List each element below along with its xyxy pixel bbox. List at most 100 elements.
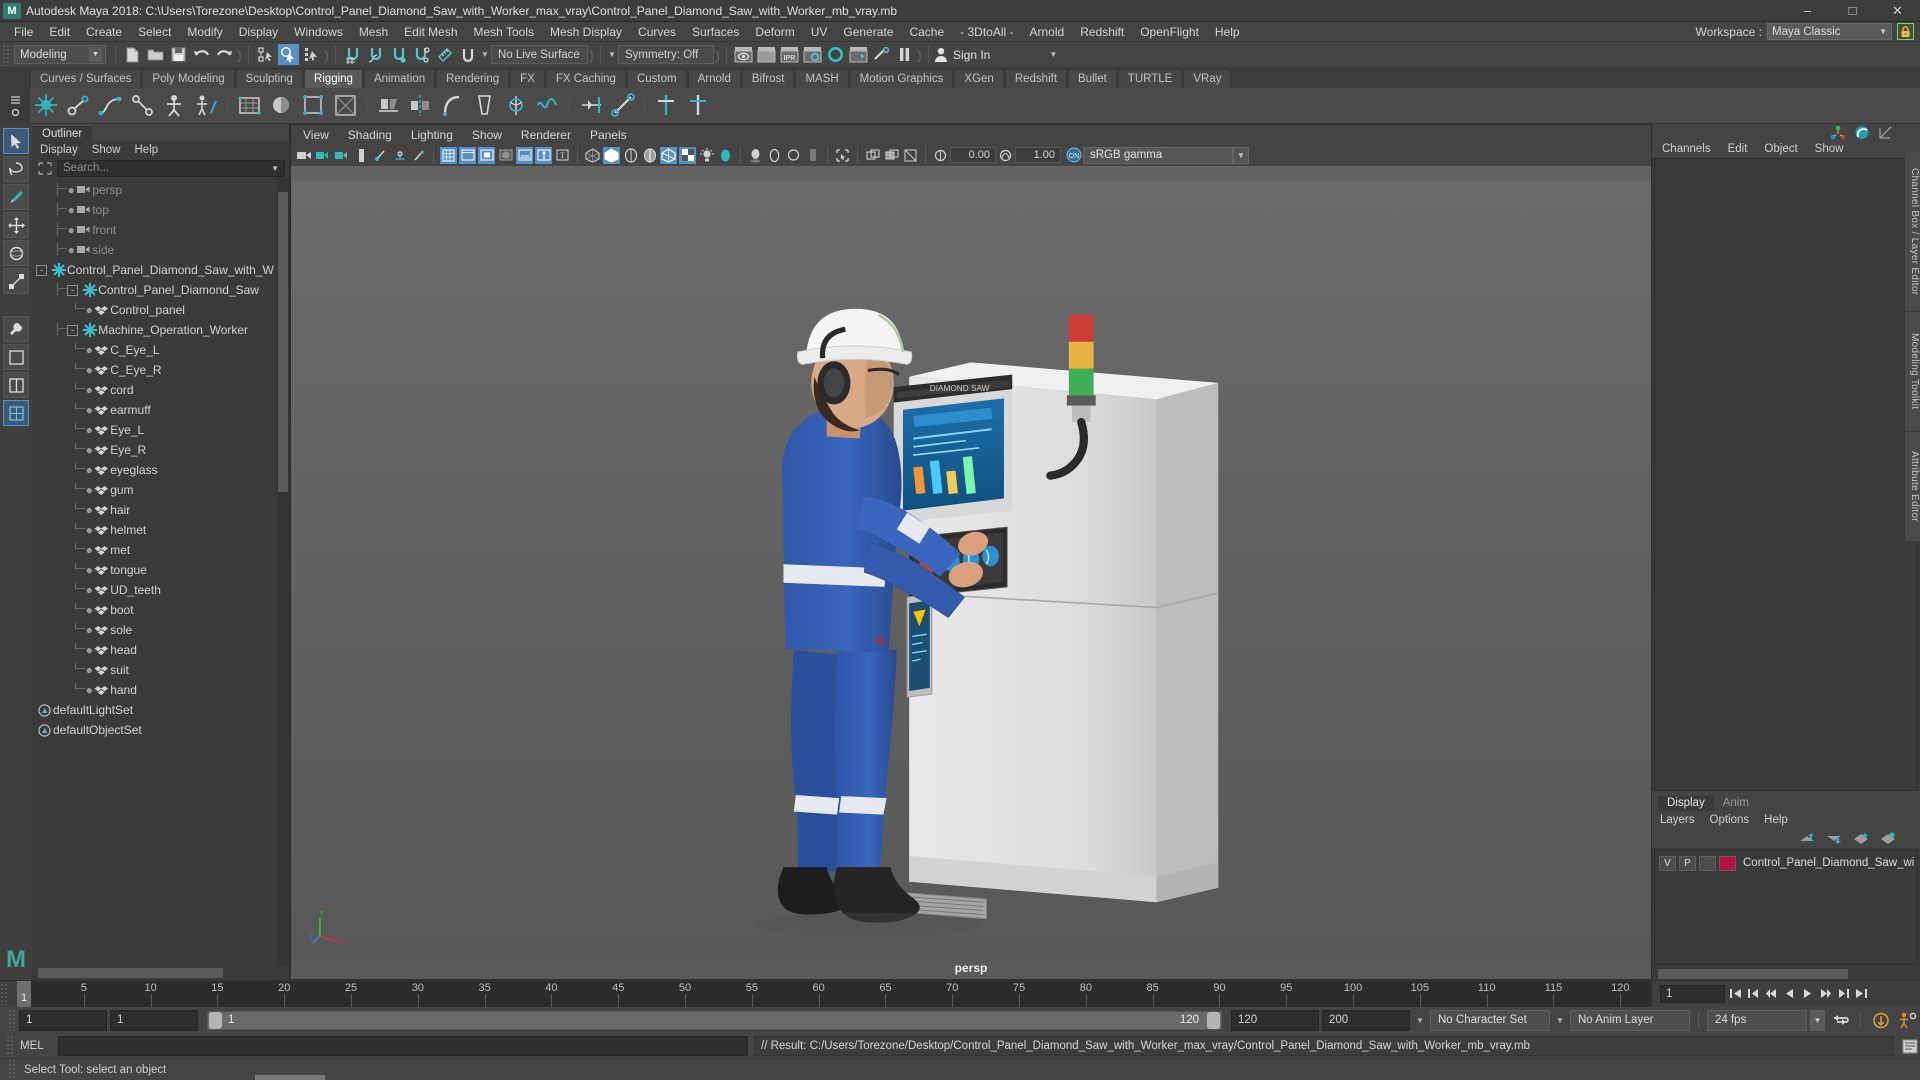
four-pane-layout-button[interactable] [3, 400, 29, 426]
command-grip[interactable] [6, 1035, 14, 1057]
menu-set-dropdown[interactable]: Modeling ▼ [14, 45, 106, 64]
menu-item-help[interactable]: Help [1207, 22, 1248, 42]
close-button[interactable]: ✕ [1875, 0, 1920, 22]
outliner-item-gum[interactable]: └─ ● gum [32, 480, 289, 500]
outliner-item-hair[interactable]: └─ ● hair [32, 500, 289, 520]
step-back-frame-icon[interactable] [1745, 985, 1761, 1003]
step-forward-key-icon[interactable] [1817, 985, 1833, 1003]
animation-preferences-icon[interactable] [1896, 1011, 1920, 1029]
duplicate-view-icon[interactable] [883, 147, 900, 164]
rotate-tool-button[interactable] [3, 240, 29, 266]
anti-aliasing-icon[interactable] [785, 147, 802, 164]
outliner-item-met[interactable]: └─ ● met [32, 540, 289, 560]
menu-item-edit-mesh[interactable]: Edit Mesh [396, 22, 465, 42]
character-set-dropdown[interactable]: No Character Set [1430, 1009, 1550, 1031]
shadows-icon[interactable] [747, 147, 764, 164]
outliner-item-tongue[interactable]: └─ ● tongue [32, 560, 289, 580]
outliner-item-top[interactable]: ├─ ● top [32, 200, 289, 220]
create-layer-from-selected-icon[interactable] [1880, 831, 1896, 845]
live-surface-field[interactable]: No Live Surface [491, 45, 588, 64]
viewport-menu-shading[interactable]: Shading [348, 128, 392, 142]
move-layer-up-icon[interactable] [1799, 832, 1815, 845]
viewport-menu-view[interactable]: View [303, 128, 329, 142]
outliner-item-eye-l[interactable]: └─ ● Eye_L [32, 420, 289, 440]
current-frame-field[interactable]: 1 [1660, 984, 1725, 1003]
textured-mode-icon[interactable] [660, 146, 677, 164]
menu-item-generate[interactable]: Generate [835, 22, 901, 42]
shelf-tab-vray[interactable]: VRay [1183, 69, 1232, 88]
outliner-filter-icon[interactable] [36, 160, 54, 177]
outliner-item-c-eye-r[interactable]: └─ ● C_Eye_R [32, 360, 289, 380]
playback-speed-dropdown[interactable]: 24 fps [1707, 1009, 1807, 1031]
open-scene-icon[interactable] [145, 44, 166, 65]
go-to-start-icon[interactable] [1727, 985, 1743, 1003]
channelbox-menu-show[interactable]: Show [1815, 143, 1844, 155]
outliner-item-ud-teeth[interactable]: └─ ● UD_teeth [32, 580, 289, 600]
ambient-occlusion-icon[interactable] [766, 147, 783, 164]
outliner-item-control-panel[interactable]: └─ ● Control_panel [32, 300, 289, 320]
viewport-menu-panels[interactable]: Panels [590, 128, 627, 142]
modeling-toolkit-icon[interactable] [1854, 125, 1870, 140]
symmetry-chevron-icon[interactable]: ▼ [606, 45, 618, 64]
viewport-menu-lighting[interactable]: Lighting [411, 128, 453, 142]
layer-color-swatch[interactable] [1719, 855, 1736, 871]
smooth-shade-all-icon[interactable] [603, 146, 620, 164]
menu-item-windows[interactable]: Windows [286, 22, 351, 42]
shelf-options-button[interactable] [0, 87, 30, 124]
outliner-hscroll-thumb[interactable] [38, 968, 223, 978]
menu-item-edit[interactable]: Edit [41, 22, 78, 42]
smooth-shade-selected-icon[interactable] [622, 147, 639, 164]
resolution-gate-icon[interactable] [478, 146, 495, 164]
shelf-tab-bullet[interactable]: Bullet [1068, 69, 1117, 88]
use-all-lights-icon[interactable] [717, 147, 734, 164]
shelf-tab-curves-surfaces[interactable]: Curves / Surfaces [30, 69, 142, 88]
save-scene-icon[interactable] [168, 44, 189, 65]
hypershade-icon[interactable] [825, 44, 846, 65]
gamma-value-field[interactable]: 1.00 [1015, 147, 1061, 163]
menu-item-arnold[interactable]: Arnold [1022, 22, 1073, 42]
snap-to-point-icon[interactable] [388, 44, 409, 65]
channelbox-menu-channels[interactable]: Channels [1662, 143, 1711, 155]
menu-item-uv[interactable]: UV [803, 22, 836, 42]
chevron-down-icon[interactable]: ▼ [271, 164, 279, 173]
snap-to-curve-icon[interactable] [365, 44, 386, 65]
outliner-item-earmuff[interactable]: └─ ● earmuff [32, 400, 289, 420]
outliner-vertical-scrollbar[interactable] [277, 178, 289, 966]
shelf-tab-sculpting[interactable]: Sculpting [235, 69, 303, 88]
outliner-tab[interactable]: Outliner [32, 125, 93, 141]
outliner-item-sole[interactable]: └─ ● sole [32, 620, 289, 640]
move-layer-down-icon[interactable] [1826, 832, 1842, 845]
single-pane-layout-button[interactable] [3, 344, 29, 370]
shelf-tab-animation[interactable]: Animation [363, 69, 436, 88]
human-ik-icon[interactable] [683, 91, 713, 121]
create-constraint-icon[interactable] [608, 91, 638, 121]
outliner-item-persp[interactable]: ├─ ● persp [32, 180, 289, 200]
outliner-item-helmet[interactable]: └─ ● helmet [32, 520, 289, 540]
menu-item-redshift[interactable]: Redshift [1072, 22, 1132, 42]
ik-spline-handle-icon[interactable] [95, 91, 125, 121]
create-skeleton-icon[interactable] [127, 91, 157, 121]
auto-keyframe-icon[interactable] [1869, 1011, 1893, 1029]
gate-mask-icon[interactable] [497, 147, 514, 164]
grid-toggle-icon[interactable] [391, 147, 408, 164]
tree-expander[interactable]: - [36, 264, 47, 276]
bookmarks-icon[interactable] [334, 147, 351, 164]
outliner-item-eye-r[interactable]: └─ ● Eye_R [32, 440, 289, 460]
last-tool-button[interactable] [3, 316, 29, 342]
film-gate-toggle-icon[interactable] [459, 146, 476, 164]
outliner-item-head[interactable]: └─ ● head [32, 640, 289, 660]
cluster-deformer-icon[interactable] [266, 91, 296, 121]
tree-expander[interactable]: - [67, 324, 79, 336]
wrap-deformer-icon[interactable] [298, 91, 328, 121]
color-management-toggle-icon[interactable]: ON [1065, 147, 1082, 164]
select-object-icon[interactable] [278, 44, 299, 65]
outliner-item-control-panel-diamond-saw[interactable]: ├─ - Control_Panel_Diamond_Saw [32, 280, 289, 300]
range-slider[interactable]: 1 120 [207, 1010, 1222, 1030]
mirror-skin-icon[interactable] [405, 91, 435, 121]
display-layer-row[interactable]: V P Control_Panel_Diamond_Saw_wi [1655, 854, 1917, 872]
menu-item-mesh-display[interactable]: Mesh Display [542, 22, 630, 42]
viewport-menu-show[interactable]: Show [472, 128, 502, 142]
anim-start-time-field[interactable]: 1 [19, 1009, 107, 1031]
show-grid-icon[interactable] [440, 146, 457, 164]
anim-layer-chevron-icon[interactable]: ▼ [1553, 1010, 1567, 1031]
